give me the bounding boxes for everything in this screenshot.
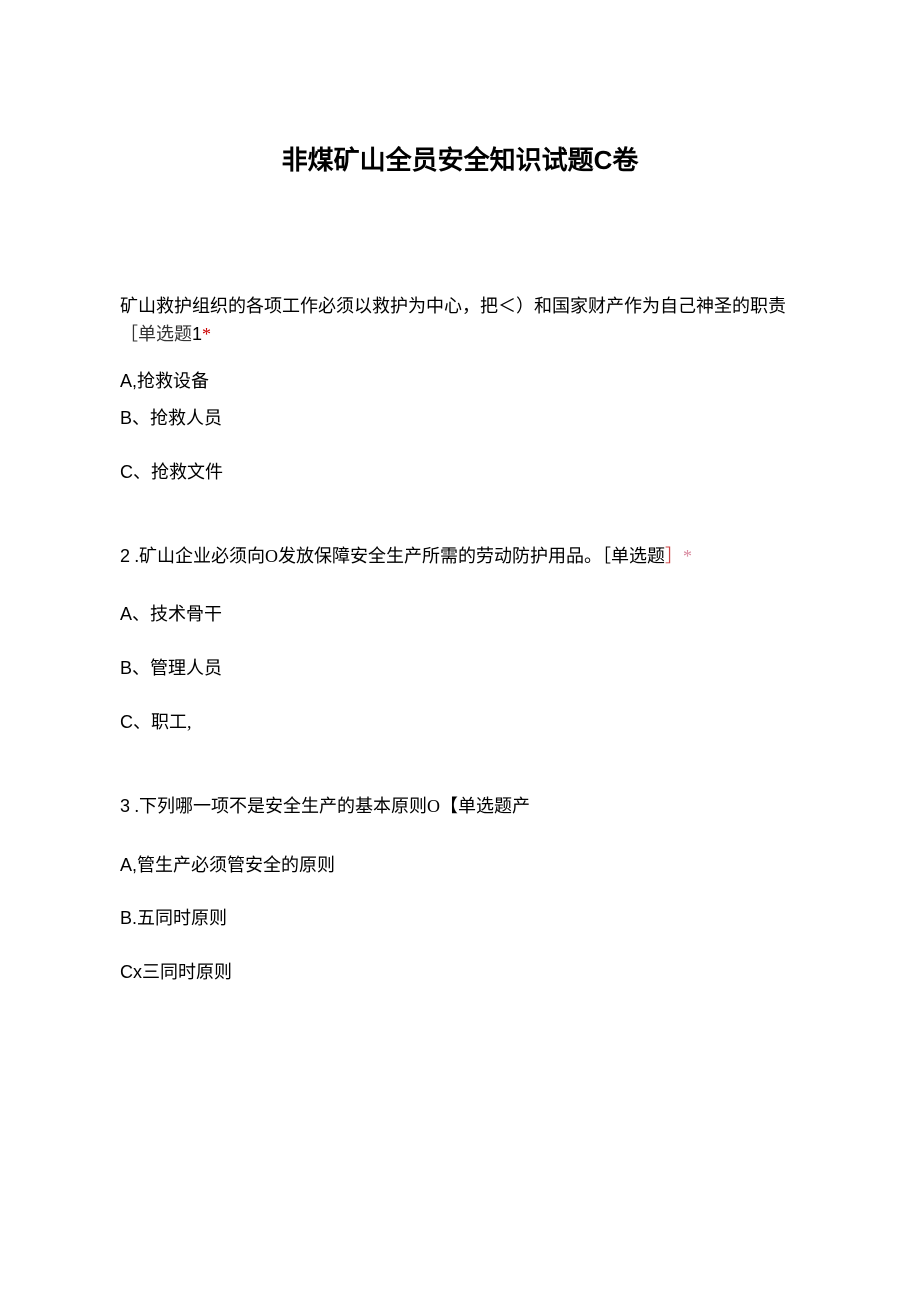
question-2-stem: .矿山企业必须向O发放保障安全生产所需的劳动防护用品。［单选题 (130, 546, 665, 566)
option-label: A, (120, 855, 137, 875)
question-3-stem: .下列哪一项不是安全生产的基本原则O【单选题产 (130, 796, 530, 816)
q2-option-c: C、职工, (120, 708, 800, 737)
question-2-text: 2 .矿山企业必须向O发放保障安全生产所需的劳动防护用品。［单选题］* (120, 542, 800, 571)
question-3: 3 .下列哪一项不是安全生产的基本原则O【单选题产 A,管生产必须管安全的原则 … (120, 792, 800, 987)
option-label: B. (120, 908, 137, 928)
q2-option-a: A、技术骨干 (120, 600, 800, 629)
option-label: A、 (120, 604, 150, 624)
option-text: 抢救设备 (137, 371, 209, 391)
q2-option-b: B、管理人员 (120, 654, 800, 683)
option-text: 技术骨干 (150, 604, 222, 624)
option-label: Cx (120, 962, 142, 982)
question-1-tag-num: 1 (192, 324, 202, 344)
question-3-num: 3 (120, 796, 130, 816)
option-label: A, (120, 371, 137, 391)
required-asterisk: * (683, 546, 692, 566)
question-1-text: 矿山救护组织的各项工作必须以救护为中心，把＜）和国家财产作为自己神圣的职责 ［单… (120, 292, 800, 350)
option-text: 职工, (151, 712, 192, 732)
question-1-stem: 矿山救护组织的各项工作必须以救护为中心，把＜）和国家财产作为自己神圣的职责 (120, 296, 786, 316)
option-text: 管理人员 (150, 658, 222, 678)
option-text: 三同时原则 (142, 962, 232, 982)
question-1-tag: ［单选题 (120, 324, 192, 344)
q1-option-b: B、抢救人员 (120, 404, 800, 433)
q1-option-a: A,抢救设备 (120, 367, 800, 396)
q3-option-c: Cx三同时原则 (120, 958, 800, 987)
question-2: 2 .矿山企业必须向O发放保障安全生产所需的劳动防护用品。［单选题］* A、技术… (120, 542, 800, 737)
question-2-num: 2 (120, 546, 130, 566)
q1-option-c: C、抢救文件 (120, 458, 800, 487)
q3-option-b: B.五同时原则 (120, 904, 800, 933)
question-1: 矿山救护组织的各项工作必须以救护为中心，把＜）和国家财产作为自己神圣的职责 ［单… (120, 292, 800, 487)
option-text: 五同时原则 (137, 908, 227, 928)
option-text: 抢救人员 (150, 408, 222, 428)
option-label: C、 (120, 462, 151, 482)
option-text: 管生产必须管安全的原则 (137, 855, 335, 875)
option-text: 抢救文件 (151, 462, 223, 482)
bracket-close: ］ (665, 546, 683, 566)
option-label: B、 (120, 408, 150, 428)
page-title: 非煤矿山全员安全知识试题C卷 (120, 140, 800, 182)
option-label: C、 (120, 712, 151, 732)
q3-option-a: A,管生产必须管安全的原则 (120, 851, 800, 880)
option-label: B、 (120, 658, 150, 678)
required-asterisk: * (202, 324, 211, 344)
question-3-text: 3 .下列哪一项不是安全生产的基本原则O【单选题产 (120, 792, 800, 821)
